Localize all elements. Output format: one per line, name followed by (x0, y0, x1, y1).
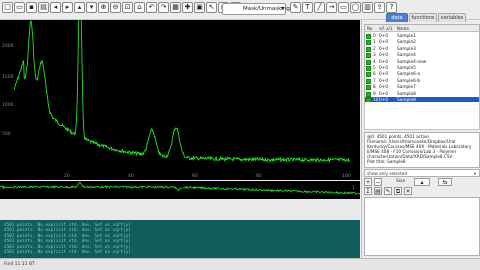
col-x[interactable]: vif. x/1 (379, 25, 392, 32)
undo-icon[interactable]: ↶ (146, 2, 157, 13)
right-panel: data functions variables No vif. x/1 Nam… (361, 13, 480, 258)
visibility-checkbox[interactable] (366, 46, 371, 52)
visibility-checkbox[interactable] (366, 34, 371, 39)
ellipse-icon[interactable]: ◯ (350, 2, 361, 13)
dataset-info-line: Plot title: Sample8 (367, 159, 406, 165)
output-console: 4501 points. No explicit std. dev. Set a… (0, 220, 360, 258)
marker-icon[interactable]: ✚ (182, 2, 193, 13)
help-icon[interactable]: ? (386, 2, 397, 13)
console-line: 4501 points. No explicit std. dev. Set a… (4, 250, 131, 256)
residual-trace[interactable] (0, 181, 361, 195)
sigma-icon[interactable]: Σ (364, 187, 372, 195)
visibility-checkbox[interactable] (366, 40, 371, 46)
tab-data[interactable]: data (386, 13, 408, 22)
y-tick-label: 500 (2, 131, 11, 137)
show-selected-dropdown[interactable]: show only selected ▾ (364, 169, 480, 177)
size-label: Size (396, 179, 406, 184)
arrow-icon[interactable]: → (326, 2, 337, 13)
close-icon[interactable]: ✕ (404, 187, 412, 195)
residual-plot[interactable]: 11 (0, 181, 361, 199)
status-bar: Find 11 11 BT (0, 258, 480, 270)
edit-icon[interactable]: ✎ (384, 187, 392, 195)
home-icon[interactable]: ⌂ (134, 2, 145, 13)
spectrum-plot[interactable]: 2000 1500 1000 500 20 40 60 80 100 (0, 17, 360, 180)
new-doc-icon[interactable]: □ (2, 2, 13, 13)
draw-icon[interactable]: ✎ (290, 2, 301, 13)
x-tick-label: 80 (256, 173, 262, 179)
lock-icon[interactable]: ▣ (194, 2, 205, 13)
chevron-down-icon: ▾ (473, 171, 476, 176)
zoom-in-icon[interactable]: ⊕ (98, 2, 109, 13)
mode-dropdown[interactable]: Mask/Unmasking ▾ (222, 3, 290, 15)
remove-button[interactable]: − (374, 178, 382, 186)
visibility-checkbox[interactable] (366, 53, 371, 59)
chevron-down-icon: ▾ (280, 5, 284, 12)
visibility-checkbox[interactable] (366, 72, 371, 78)
col-no[interactable]: No (367, 25, 372, 32)
tool-row: Σ ▤ ✎ ⧉ ✕ (364, 186, 480, 196)
cursor-icon[interactable]: ↖ (206, 2, 217, 13)
dataset-info: @0: 4501 points, 4501 active. Filename: /… (364, 132, 480, 168)
swap-button[interactable]: ⇆ (438, 178, 452, 186)
tab-variables[interactable]: variables (438, 13, 466, 22)
y-tick-label: 2000 (2, 43, 14, 49)
fityk-window: □▭▪▤◂▸▴▾⊕⊖⊡⌂↶↷▦✚▣↖◉◎✎T╱→▭◯▥⇪?Mask/Unmask… (0, 0, 480, 270)
arrow-up-icon[interactable]: ▴ (74, 2, 85, 13)
residual-tick-label: 1 (2, 185, 5, 191)
visibility-checkbox[interactable] (366, 78, 371, 84)
panel-tabs: data functions variables (362, 13, 480, 22)
save-icon[interactable]: ▪ (26, 2, 37, 13)
open-folder-icon[interactable]: ▭ (14, 2, 25, 13)
y-tick-label: 1000 (2, 102, 14, 108)
chart-icon[interactable]: ▤ (374, 187, 382, 195)
col-name[interactable]: Name (397, 25, 409, 32)
y-tick-label: 1500 (2, 74, 14, 80)
spectrum-trace[interactable] (13, 17, 350, 163)
plot-bottom-strip (0, 199, 360, 220)
x-tick-label: 60 (192, 173, 198, 179)
visibility-checkbox[interactable] (366, 59, 371, 65)
zoom-fit-icon[interactable]: ⊡ (122, 2, 133, 13)
dataset-table-empty-area (364, 102, 480, 130)
arrow-right-icon[interactable]: ▸ (62, 2, 73, 13)
grid-icon[interactable]: ▦ (170, 2, 181, 13)
residual-tick-label: 1 (352, 185, 355, 191)
line-icon[interactable]: ╱ (314, 2, 325, 13)
chart-icon[interactable]: ▥ (362, 2, 373, 13)
dataset-table-header: No vif. x/1 Name (365, 25, 479, 32)
export-icon[interactable]: ⇪ (374, 2, 385, 13)
visibility-checkbox[interactable] (366, 91, 371, 97)
copy-icon[interactable]: ⧉ (394, 187, 402, 195)
main-plot[interactable]: 2000 1500 1000 500 20 40 60 80 100 (0, 17, 360, 180)
rect-icon[interactable]: ▭ (338, 2, 349, 13)
size-spinner[interactable]: ▴ (414, 178, 430, 186)
control-row: + − Size ▴ ⇆ (364, 178, 480, 186)
redo-icon[interactable]: ↷ (158, 2, 169, 13)
x-tick-label: 100 (342, 173, 351, 179)
dataset-table: No vif. x/1 Name 0 0+0 Sample1 1 0+0 Sample2 2… (364, 24, 480, 104)
add-button[interactable]: + (364, 178, 372, 186)
visibility-checkbox[interactable] (366, 85, 371, 91)
zoom-out-icon[interactable]: ⊖ (110, 2, 121, 13)
empty-panel (364, 197, 480, 256)
x-tick-label: 20 (64, 173, 70, 179)
show-selected-label: show only selected (367, 171, 408, 176)
arrow-down-icon[interactable]: ▾ (86, 2, 97, 13)
arrow-left-icon[interactable]: ◂ (50, 2, 61, 13)
text-icon[interactable]: T (302, 2, 313, 13)
print-icon[interactable]: ▤ (38, 2, 49, 13)
visibility-checkbox[interactable] (366, 66, 371, 71)
status-text: Find 11 11 BT (4, 262, 35, 267)
residual-plot-svg[interactable]: 11 (0, 181, 361, 199)
tab-functions[interactable]: functions (409, 13, 437, 22)
x-tick-label: 40 (128, 173, 134, 179)
